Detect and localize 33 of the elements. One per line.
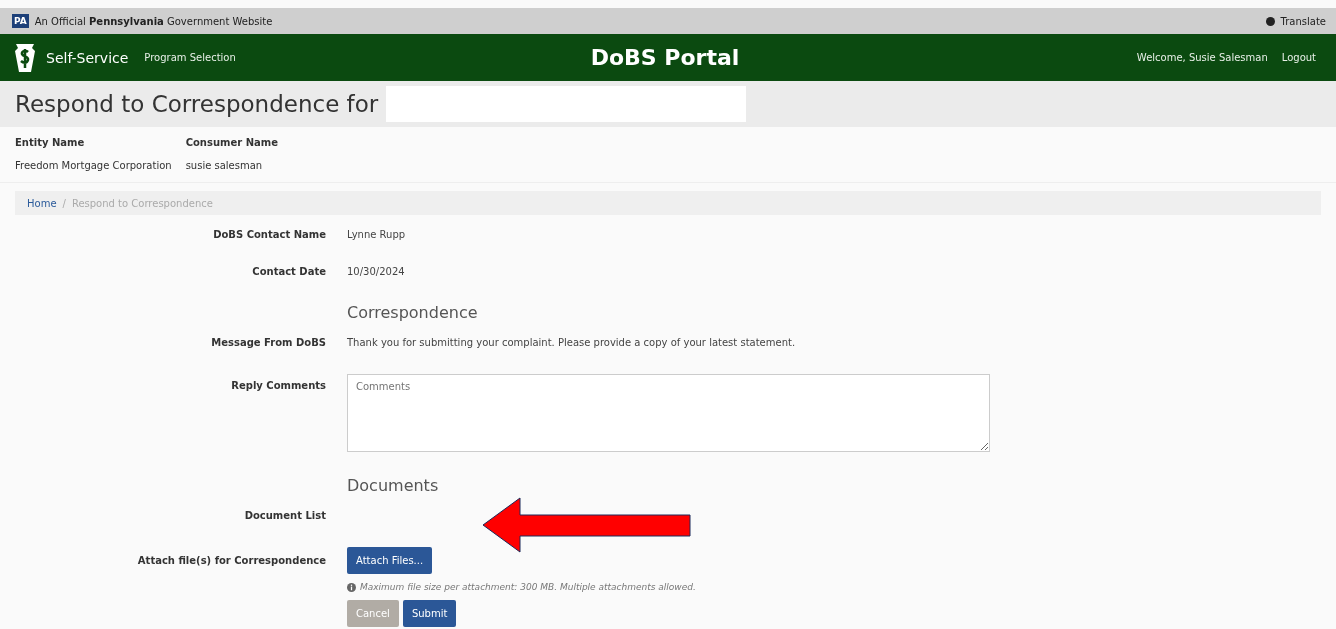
section-heading: Correspondence xyxy=(347,303,479,322)
summary-value: Freedom Mortgage Corporation xyxy=(15,159,172,172)
hint-text: Maximum file size per attachment: 300 MB. Multiple attachments allowed. xyxy=(360,582,696,592)
form-button[interactable]: Submit xyxy=(402,600,457,627)
breadcrumb-link[interactable]: Home xyxy=(27,197,57,209)
field-label: Message From DoBS xyxy=(211,337,326,348)
field-label: Document List xyxy=(244,510,326,521)
pa-badge: PA xyxy=(12,14,29,28)
portal-title: DoBS Portal xyxy=(590,45,740,70)
nav-link[interactable]: Program Selection xyxy=(144,52,236,63)
attach-files-button[interactable]: Attach Files... xyxy=(347,547,433,574)
breadcrumb-current: Respond to Correspondence xyxy=(71,197,213,209)
reply-comments-field[interactable]: Comments xyxy=(347,374,990,452)
breadcrumb-separator: / xyxy=(62,197,66,209)
field-label: DoBS Contact Name xyxy=(213,229,326,240)
section-heading: Documents xyxy=(347,476,440,495)
field-label: Contact Date xyxy=(252,266,326,277)
summary-label: Entity Name xyxy=(15,137,86,150)
field-label: Reply Comments xyxy=(231,380,326,391)
page-title: Respond to Correspondence for xyxy=(15,91,379,117)
welcome-message: Welcome, Susie Salesman xyxy=(1136,52,1268,63)
logout-link[interactable]: Logout xyxy=(1281,52,1316,63)
info-icon xyxy=(347,582,356,592)
field-label: Attach file(s) for Correspondence xyxy=(137,555,326,566)
summary-value: susie salesman xyxy=(185,159,264,172)
summary-label: Consumer Name xyxy=(185,137,278,150)
translate-link[interactable]: Translate xyxy=(1280,15,1326,27)
field-value: 10/30/2024 xyxy=(347,266,406,277)
field-value: Thank you for submitting your complaint. Please provide a copy of your latest statement. xyxy=(347,337,797,348)
brand-name: Self-Service xyxy=(46,49,129,66)
official-site-text: An Official Pennsylvania Government Website xyxy=(34,15,273,27)
keystone-dollar-logo xyxy=(14,43,36,72)
field-value: Lynne Rupp xyxy=(347,229,407,240)
